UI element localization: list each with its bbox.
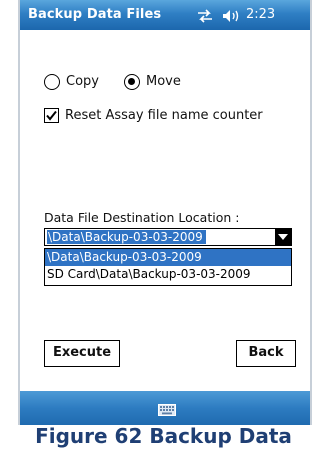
reset-counter-label: Reset Assay file name counter — [65, 108, 263, 123]
destination-option[interactable]: \Data\Backup-03-03-2009 — [45, 249, 291, 266]
connectivity-icon[interactable] — [196, 8, 214, 27]
destination-label: Data File Destination Location : — [44, 210, 240, 225]
radio-circle[interactable] — [44, 73, 60, 90]
dropdown-arrow-button[interactable] — [275, 229, 291, 245]
radio-circle[interactable] — [124, 73, 140, 90]
radio-copy[interactable]: Copy — [44, 71, 99, 91]
destination-selected-value: \Data\Backup-03-03-2009 — [47, 230, 206, 244]
checkmark-icon — [46, 110, 57, 121]
chevron-down-icon — [278, 234, 288, 240]
radio-copy-label: Copy — [66, 74, 99, 89]
window-title: Backup Data Files — [28, 7, 162, 22]
radio-move-label: Move — [146, 74, 181, 89]
reset-counter-checkbox-row[interactable]: Reset Assay file name counter — [44, 105, 263, 125]
figure-caption: Figure 62 Backup Data — [35, 424, 292, 448]
keyboard-icon[interactable] — [158, 401, 176, 420]
radio-move[interactable]: Move — [124, 71, 181, 91]
destination-option[interactable]: SD Card\Data\Backup-03-03-2009 — [45, 266, 291, 283]
menu-bar — [20, 391, 310, 425]
execute-button[interactable]: Execute — [44, 340, 120, 367]
destination-options-list: \Data\Backup-03-03-2009 SD Card\Data\Bac… — [44, 248, 292, 286]
destination-dropdown[interactable]: \Data\Backup-03-03-2009 — [44, 228, 292, 246]
volume-icon[interactable] — [222, 8, 242, 27]
reset-counter-checkbox[interactable] — [44, 108, 59, 123]
title-bar: Backup Data Files 2:23 — [20, 0, 310, 30]
radio-selected-dot — [128, 77, 135, 85]
clock[interactable]: 2:23 — [246, 7, 275, 22]
back-button[interactable]: Back — [236, 340, 296, 367]
device-screen: Backup Data Files 2:23 Copy Move Reset A… — [18, 0, 312, 425]
